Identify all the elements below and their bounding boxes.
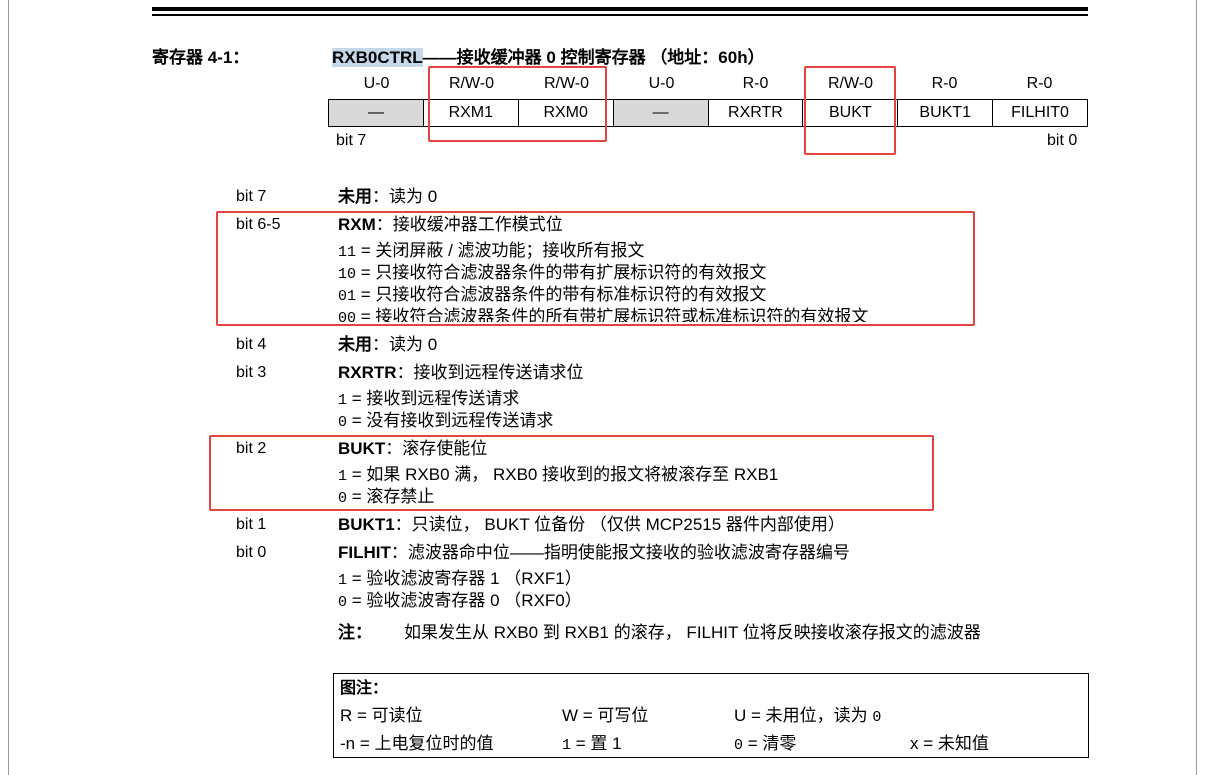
- highlight-rxm-register: [428, 66, 607, 142]
- option-code: 1: [338, 392, 348, 409]
- bit3-name: RXRTR: [338, 363, 397, 382]
- bit3-option-0: 0 = 没有接收到远程传送请求: [338, 411, 553, 433]
- bit-right-label: bit 0: [1047, 132, 1078, 149]
- bit0-option-1: 1 = 验收滤波寄存器 1 （RXF1）: [338, 569, 582, 591]
- bit0-cell: FILHIT0: [992, 99, 1088, 127]
- access-bit3: R-0: [742, 75, 769, 92]
- option-text: = 接收到远程传送请求: [347, 389, 520, 408]
- page-left-edge: [8, 0, 9, 775]
- register-title: RXB0CTRL——接收缓冲器 0 控制寄存器 （地址：60h）: [332, 48, 765, 68]
- access-bit1: R-0: [931, 75, 958, 92]
- bit1-cell: BUKT1: [897, 99, 994, 127]
- bit1-name: BUKT1: [338, 515, 395, 534]
- bit4-name: 未用: [338, 335, 372, 354]
- legend-readable: R = 可读位: [340, 706, 423, 725]
- legend-set-text: = 置 1: [571, 734, 622, 753]
- legend-clear: 0 = 清零: [734, 734, 796, 756]
- access-bit0: R-0: [1026, 75, 1053, 92]
- bit7-number: bit 7: [236, 188, 267, 205]
- register-name: RXB0CTRL: [332, 48, 423, 67]
- bit7-name: 未用: [338, 187, 372, 206]
- highlight-bukt-register: [804, 66, 896, 155]
- option-text: = 没有接收到远程传送请求: [347, 411, 554, 430]
- register-label: 寄存器 4-1：: [152, 48, 250, 67]
- legend-set-code: 1: [562, 737, 572, 754]
- bit4-text: ：读为 0: [372, 335, 438, 354]
- bit7-description: 未用：读为 0: [338, 187, 437, 207]
- legend-unknown: x = 未知值: [910, 734, 989, 753]
- bit3-option-1: 1 = 接收到远程传送请求: [338, 389, 519, 411]
- bit3-number: bit 3: [236, 364, 267, 381]
- bit1-text: ：只读位， BUKT 位备份 （仅供 MCP2515 器件内部使用）: [394, 515, 845, 534]
- bit0-text: ：滤波器命中位——指明使能报文接收的验收滤波寄存器编号: [390, 543, 850, 562]
- legend-set: 1 = 置 1: [562, 734, 622, 756]
- bit4-description: 未用：读为 0: [338, 335, 437, 355]
- legend-unused: U = 未用位，读为 0: [734, 706, 881, 728]
- legend-clear-text: = 清零: [743, 734, 797, 753]
- register-title-rest: ——接收缓冲器 0 控制寄存器 （地址：60h）: [422, 48, 765, 67]
- bit0-name: FILHIT: [338, 543, 391, 562]
- legend-unused-zero: 0: [872, 709, 882, 726]
- bit7-text: ：读为 0: [372, 187, 438, 206]
- top-rule-thin: [152, 14, 1088, 16]
- bit0-description: FILHIT：滤波器命中位——指明使能报文接收的验收滤波寄存器编号: [338, 543, 850, 563]
- highlight-rxm-description: [216, 211, 975, 326]
- legend-clear-code: 0: [734, 737, 744, 754]
- highlight-bukt-description: [209, 435, 934, 511]
- bit1-description: BUKT1：只读位， BUKT 位备份 （仅供 MCP2515 器件内部使用）: [338, 515, 845, 535]
- bit-left-label: bit 7: [336, 132, 367, 149]
- bit1-number: bit 1: [236, 516, 267, 533]
- page-right-edge: [1196, 0, 1197, 775]
- option-text: = 验收滤波寄存器 1 （RXF1）: [347, 569, 582, 588]
- bit3-description: RXRTR：接收到远程传送请求位: [338, 363, 584, 383]
- option-code: 0: [338, 414, 348, 431]
- bit4-number: bit 4: [236, 336, 267, 353]
- access-bit7: U-0: [363, 75, 390, 92]
- bit3-cell: RXRTR: [707, 99, 804, 127]
- bit3-text: ：接收到远程传送请求位: [396, 363, 584, 382]
- legend-writable: W = 可写位: [562, 706, 649, 725]
- bit0-number: bit 0: [236, 544, 267, 561]
- legend-unused-text: U = 未用位，读为: [734, 706, 873, 725]
- access-bit4: U-0: [648, 75, 675, 92]
- bit7-cell: —: [328, 99, 424, 127]
- option-code: 1: [338, 572, 348, 589]
- legend-box: 图注： R = 可读位 W = 可写位 U = 未用位，读为 0 -n = 上电…: [333, 673, 1089, 758]
- option-code: 0: [338, 594, 348, 611]
- bit0-option-0: 0 = 验收滤波寄存器 0 （RXF0）: [338, 591, 582, 613]
- legend-title: 图注：: [340, 680, 389, 697]
- option-text: = 验收滤波寄存器 0 （RXF0）: [347, 591, 582, 610]
- note-label: 注：: [338, 623, 372, 642]
- top-rule-thick: [152, 7, 1088, 11]
- legend-reset-value: -n = 上电复位时的值: [340, 734, 494, 753]
- note-text: 如果发生从 RXB0 到 RXB1 的滚存， FILHIT 位将反映接收滚存报文…: [404, 623, 981, 642]
- bit4-cell: —: [612, 99, 709, 127]
